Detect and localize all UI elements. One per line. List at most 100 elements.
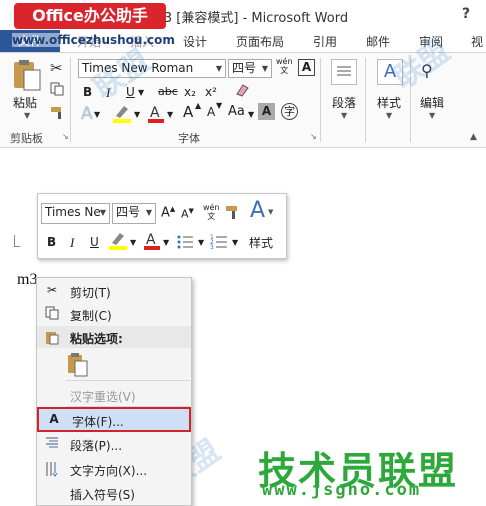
menu-item-font[interactable]: A 字体(F)... [37, 407, 191, 432]
svg-text:A: A [146, 232, 156, 248]
menu-item-cut[interactable]: ✂ 剪切(T) [37, 280, 191, 302]
underline-dropdown-icon[interactable]: ▼ [138, 88, 144, 97]
styles-dropdown-icon[interactable]: ▼ [386, 111, 392, 120]
mini-phonetic-icon[interactable]: wén 文 [203, 203, 220, 221]
paste-keep-text-icon[interactable] [66, 352, 90, 378]
tab-mailings[interactable]: 邮件 [366, 33, 390, 50]
mini-highlight-dropdown-icon[interactable]: ▼ [130, 238, 136, 247]
menu-item-reconvert[interactable]: 汉字重选(V) [37, 384, 191, 406]
text-effects-icon[interactable]: A [81, 104, 93, 124]
clear-format-icon[interactable] [234, 83, 250, 97]
mini-font-size-field[interactable]: 四号 ▼ [112, 203, 156, 224]
font-icon: A [49, 412, 59, 426]
menu-item-label: 汉字重选(V) [70, 390, 136, 404]
editing-dropdown-icon[interactable]: ▼ [429, 111, 435, 120]
numbering-icon[interactable]: 123 [210, 233, 228, 251]
highlight-dropdown-icon[interactable]: ▼ [134, 110, 140, 119]
menu-item-label: 段落(P)... [70, 439, 123, 453]
paragraph-dropdown-icon[interactable]: ▼ [341, 111, 347, 120]
group-divider [365, 58, 366, 142]
tab-layout[interactable]: 页面布局 [236, 33, 284, 50]
scissors-icon: ✂ [46, 283, 58, 297]
text-effects-dropdown-icon[interactable]: ▼ [94, 110, 100, 119]
bullets-dropdown-icon[interactable]: ▼ [198, 238, 204, 247]
mini-font-color-icon[interactable]: A [143, 231, 161, 251]
cut-icon[interactable]: ✂ [50, 59, 63, 77]
char-shading-button[interactable]: A [258, 103, 275, 120]
mini-bold-button[interactable]: B [47, 235, 56, 249]
clipboard-launcher-icon[interactable]: ↘ [62, 132, 69, 141]
mini-grow-font-icon[interactable]: A▲ [161, 205, 175, 220]
margin-mark [14, 235, 20, 247]
change-case-button[interactable]: Aa [228, 104, 245, 119]
mini-styles-dropdown-icon[interactable]: ▼ [268, 208, 273, 216]
brand-url: www.officezhushou.com [12, 33, 175, 47]
chevron-down-icon[interactable]: ▼ [143, 204, 155, 223]
chevron-down-icon[interactable]: ▼ [213, 60, 225, 77]
mini-highlight-icon[interactable] [108, 231, 128, 251]
format-painter-icon[interactable] [50, 106, 66, 120]
font-color-icon[interactable]: A [147, 104, 165, 124]
menu-item-text-direction[interactable]: 文字方向(X)... [37, 458, 191, 480]
watermark-url: www.jsgho.com [262, 480, 422, 500]
paste-button[interactable]: 粘贴 [13, 94, 37, 111]
shrink-font-button[interactable]: A [207, 105, 215, 119]
mini-italic-button[interactable]: I [70, 235, 74, 251]
mini-font-color-dropdown-icon[interactable]: ▼ [163, 238, 169, 247]
menu-item-label: 粘贴选项: [70, 332, 123, 346]
svg-text:3: 3 [210, 244, 214, 251]
mini-underline-button[interactable]: U [90, 235, 99, 249]
menu-item-label: 插入符号(S) [70, 488, 135, 502]
paste-dropdown-icon[interactable]: ▼ [24, 111, 30, 120]
clipboard-group-label: 剪贴板 [10, 132, 43, 145]
numbering-dropdown-icon[interactable]: ▼ [232, 238, 238, 247]
mini-font-name-field[interactable]: Times Ne ▼ [41, 203, 110, 224]
menu-item-paragraph[interactable]: 段落(P)... [37, 433, 191, 455]
help-button[interactable]: ? [462, 6, 470, 22]
menu-separator [66, 380, 190, 381]
mini-styles-icon[interactable]: A [250, 198, 265, 223]
change-case-dropdown-icon[interactable]: ▼ [248, 110, 254, 119]
editing-button[interactable]: 编辑 [420, 94, 444, 111]
menu-item-label: 文字方向(X)... [70, 464, 148, 478]
menu-item-insert-symbol[interactable]: 插入符号(S) [37, 482, 191, 504]
paragraph-button[interactable]: 段落 [332, 94, 356, 111]
copy-icon[interactable] [50, 82, 64, 96]
grow-arrow-icon: ▲ [195, 101, 202, 110]
highlight-icon[interactable] [112, 104, 132, 124]
chevron-down-icon[interactable]: ▼ [259, 60, 271, 77]
strikethrough-button[interactable]: abc [158, 85, 178, 98]
chevron-down-icon[interactable]: ▼ [97, 204, 109, 223]
tab-view[interactable]: 视 [471, 33, 483, 50]
bullets-icon[interactable] [176, 233, 194, 251]
mini-styles-button[interactable]: 样式 [249, 234, 273, 251]
mini-shrink-font-icon[interactable]: A▼ [181, 207, 194, 221]
paragraph-icon[interactable] [331, 59, 357, 85]
group-divider [70, 58, 71, 142]
font-group-label: 字体 [178, 132, 200, 145]
document-text[interactable]: m3 [17, 271, 37, 289]
subscript-button[interactable]: x₂ [184, 85, 196, 99]
font-color-dropdown-icon[interactable]: ▼ [167, 110, 173, 119]
mini-font-size-value: 四号 [116, 205, 141, 219]
styles-button[interactable]: 样式 [377, 94, 401, 111]
font-launcher-icon[interactable]: ↘ [310, 132, 317, 141]
svg-text:A: A [150, 105, 160, 121]
tab-design[interactable]: 设计 [183, 33, 207, 50]
superscript-button[interactable]: x² [205, 85, 217, 99]
enclose-char-button[interactable]: 字 [281, 103, 298, 120]
collapse-ribbon-icon[interactable]: ▲ [470, 132, 477, 142]
bold-button[interactable]: B [83, 85, 92, 99]
grow-font-button[interactable]: A [183, 103, 193, 121]
group-divider [320, 58, 321, 142]
menu-item-label: 字体(F)... [72, 415, 124, 429]
paste-icon[interactable] [10, 58, 44, 94]
phonetic-guide-icon[interactable]: wén 文 [276, 57, 293, 75]
brand-badge: Office办公助手 [14, 3, 166, 29]
menu-item-paste-options: 粘贴选项: [37, 326, 191, 348]
menu-item-copy[interactable]: 复制(C) [37, 303, 191, 325]
tab-references[interactable]: 引用 [313, 33, 337, 50]
char-border-icon[interactable]: A [298, 59, 315, 76]
mini-format-painter-icon[interactable] [224, 204, 240, 220]
font-size-field[interactable]: 四号 ▼ [228, 59, 272, 78]
